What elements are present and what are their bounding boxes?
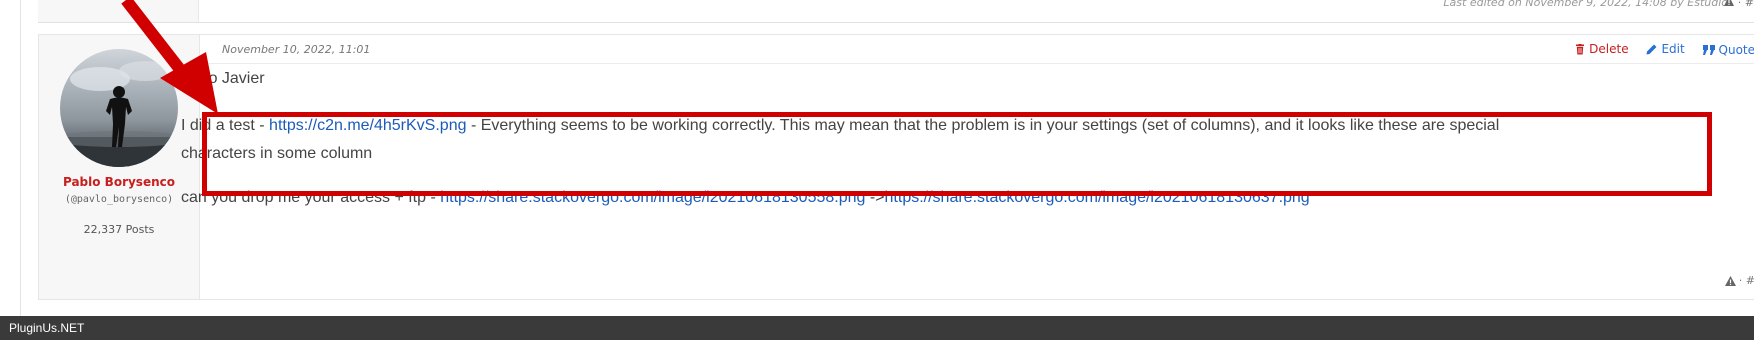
paragraph-text: I did a test - bbox=[181, 117, 270, 134]
annotation-arrow bbox=[121, 0, 218, 114]
paragraph-text: can you drop me your access + ftp - bbox=[181, 189, 441, 206]
image-link-1[interactable]: https://share.stackovergo.com/image/i202… bbox=[440, 189, 865, 206]
image-link-2[interactable]: https://share.stackovergo.com/image/i202… bbox=[885, 189, 1310, 206]
report-icon[interactable] bbox=[1724, 0, 1735, 6]
trash-icon bbox=[1576, 43, 1585, 54]
edit-button[interactable]: Edit bbox=[1646, 42, 1685, 56]
arrow-text: -> bbox=[865, 189, 885, 206]
post-greeting: Hello Javier bbox=[181, 70, 265, 87]
quote-label: Quote bbox=[1718, 42, 1754, 57]
author-name[interactable]: Pablo Borysenco bbox=[39, 175, 199, 189]
screenshot-link[interactable]: https://c2n.me/4h5rKvS.png bbox=[269, 117, 466, 134]
footer-bar: PluginUs.NET bbox=[0, 316, 1754, 340]
report-icon[interactable] bbox=[1724, 275, 1736, 286]
quote-button[interactable]: Quote bbox=[1702, 42, 1754, 57]
author-post-count: 22,337 Posts bbox=[83, 223, 155, 236]
previous-post-permalink[interactable]: · # bbox=[1738, 0, 1754, 9]
pencil-icon bbox=[1646, 44, 1657, 54]
post-paragraph-test: I did a test - https://c2n.me/4h5rKvS.pn… bbox=[181, 112, 1511, 168]
delete-label: Delete bbox=[1589, 42, 1629, 56]
post-permalink[interactable]: · # bbox=[1739, 274, 1754, 287]
author-handle: (@pavlo_borysenco) bbox=[64, 194, 174, 205]
quote-icon bbox=[1702, 44, 1715, 55]
delete-button[interactable]: Delete bbox=[1575, 42, 1629, 56]
post-footer-tools: · # bbox=[1724, 274, 1754, 287]
previous-post-tools[interactable]: · # bbox=[1724, 0, 1754, 9]
edit-label: Edit bbox=[1661, 42, 1685, 56]
post-date: November 10, 2022, 11:01 bbox=[222, 43, 371, 56]
footer-brand[interactable]: PluginUs.NET bbox=[9, 321, 84, 335]
last-edited-note: Last edited on November 9, 2022, 14:08 b… bbox=[1443, 0, 1728, 9]
post-header: November 10, 2022, 11:01 Delete Edit Quo… bbox=[200, 35, 1754, 64]
post-actions: Delete Edit Quote bbox=[1561, 42, 1754, 58]
page-border bbox=[20, 0, 21, 340]
post-paragraph-request: can you drop me your access + ftp - http… bbox=[181, 189, 1734, 207]
previous-post: Last edited on November 9, 2022, 14:08 b… bbox=[38, 0, 1754, 23]
